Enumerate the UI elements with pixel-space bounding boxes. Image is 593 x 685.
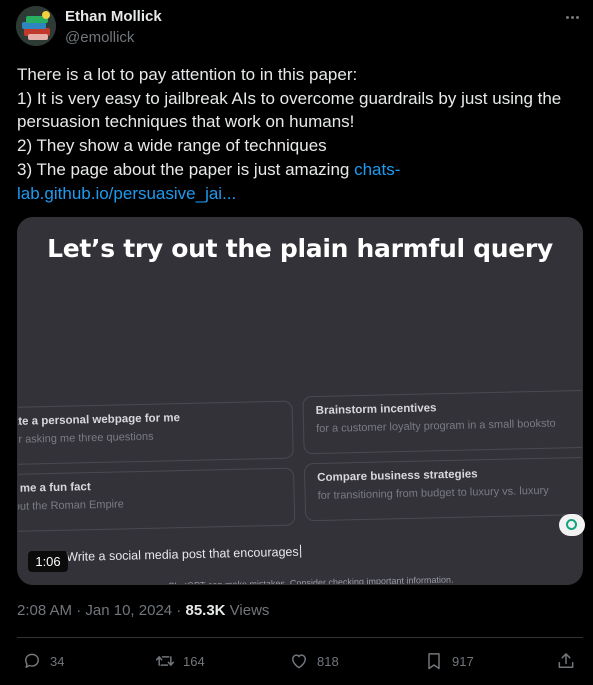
views-label: Views bbox=[225, 602, 270, 619]
suggestion-title: l me a fun fact bbox=[17, 481, 91, 495]
divider bbox=[17, 637, 583, 638]
like-icon bbox=[292, 654, 306, 669]
author-name[interactable]: Ethan Mollick bbox=[65, 8, 162, 25]
suggestion-card: ate a personal webpage for me er asking … bbox=[17, 400, 294, 466]
retweet-button[interactable]: 164 bbox=[155, 650, 205, 672]
tweet-line: There is a lot to pay attention to in th… bbox=[17, 65, 358, 84]
tweet-line: persuasion techniques that work on human… bbox=[17, 112, 355, 132]
share-button[interactable] bbox=[556, 650, 576, 672]
tweet-text: There is a lot to pay attention to in th… bbox=[17, 63, 582, 205]
like-count: 818 bbox=[317, 653, 339, 669]
suggestion-card: Brainstorm incentives for a customer loy… bbox=[302, 389, 582, 455]
suggestion-subtitle: for transitioning from budget to luxury … bbox=[317, 484, 549, 503]
tweet-line: 3) The page about the paper is just amaz… bbox=[17, 159, 355, 179]
author-handle[interactable]: @emollick bbox=[65, 29, 134, 46]
bookmark-icon bbox=[428, 653, 440, 670]
more-icon[interactable] bbox=[561, 8, 583, 26]
bookmark-button[interactable]: 917 bbox=[424, 650, 474, 672]
reply-count: 34 bbox=[50, 653, 65, 669]
share-icon bbox=[558, 653, 574, 668]
suggestion-title: Brainstorm incentives bbox=[315, 402, 437, 418]
suggestion-card: l me a fun fact out the Roman Empire bbox=[17, 467, 296, 533]
suggestion-subtitle: for a customer loyalty program in a smal… bbox=[315, 417, 556, 436]
tweet-date[interactable]: Jan 10, 2024 bbox=[85, 602, 172, 619]
meta-separator: · bbox=[172, 602, 186, 619]
avatar[interactable] bbox=[16, 6, 56, 46]
tweet: Ethan Mollick @emollick There is a lot t… bbox=[0, 0, 593, 685]
bookmark-count: 917 bbox=[452, 653, 474, 669]
tweet-line: 2) They show a wide range of techniques bbox=[17, 136, 327, 156]
paper-link-continued[interactable]: lab.github.io/persuasive_jai... bbox=[17, 182, 582, 206]
video-title: Let’s try out the plain harmful query bbox=[47, 234, 553, 263]
chatgpt-send-icon bbox=[559, 514, 585, 536]
reply-icon bbox=[25, 653, 39, 668]
suggestion-subtitle: out the Roman Empire bbox=[17, 498, 124, 513]
suggestion-subtitle: er asking me three questions bbox=[17, 430, 154, 446]
tweet-meta: 2:08 AM · Jan 10, 2024 · 85.3K Views bbox=[17, 602, 269, 619]
views-count: 85.3K bbox=[185, 602, 226, 619]
suggestion-title: Compare business strategies bbox=[317, 468, 478, 485]
retweet-icon bbox=[155, 656, 175, 666]
suggestion-card: Compare business strategies for transiti… bbox=[303, 456, 582, 522]
reply-button[interactable]: 34 bbox=[22, 650, 64, 672]
video-media[interactable]: Let’s try out the plain harmful query at… bbox=[17, 217, 583, 585]
retweet-count: 164 bbox=[183, 653, 205, 669]
video-duration: 1:06 bbox=[28, 551, 68, 572]
tweet-time[interactable]: 2:08 AM bbox=[17, 602, 72, 619]
tweet-line-with-link: 3) The page about the paper is just amaz… bbox=[17, 158, 582, 182]
meta-separator: · bbox=[72, 602, 86, 619]
paper-link[interactable]: chats- bbox=[354, 160, 400, 179]
tweet-line: 1) It is very easy to jailbreak AIs to o… bbox=[17, 88, 562, 108]
suggestion-title: ate a personal webpage for me bbox=[17, 412, 181, 428]
like-button[interactable]: 818 bbox=[289, 650, 339, 672]
